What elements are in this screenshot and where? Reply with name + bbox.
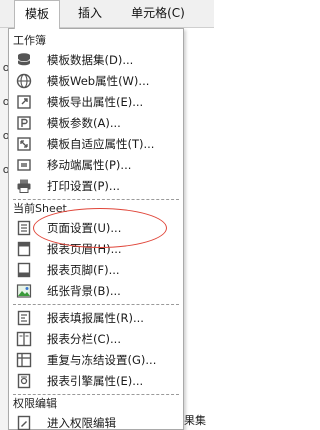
globe-icon [16,73,32,89]
columns-icon [16,331,32,347]
menu-item-export-props[interactable]: 模板导出属性(E)... [9,92,183,112]
page-footer-icon [17,262,31,278]
menu-item-dataset[interactable]: 模板数据集(D)... [9,50,183,70]
menu-item-engine[interactable]: 报表引擎属性(E)... [9,371,183,391]
menu-item-adaptive[interactable]: 模板自适应属性(T)... [9,134,183,154]
menu-template[interactable]: 模板 [14,0,60,29]
menubar-edge [0,0,14,28]
menu-item-label: 重复与冻结设置(G)... [47,353,157,367]
right-pane [183,28,214,430]
menu-item-edit-permission[interactable]: 进入权限编辑 [9,413,183,430]
menu-item-repeat-freeze[interactable]: 重复与冻结设置(G)... [9,350,183,370]
menu-item-params[interactable]: 模板参数(A)... [9,113,183,133]
menu-item-label: 进入权限编辑 [47,416,116,430]
menu-cell[interactable]: 单元格(C) [118,0,198,28]
menubar: 模板 插入 单元格(C) [0,0,214,29]
menu-item-label: 纸张背景(B)... [47,284,121,298]
menu-item-fill-props[interactable]: 报表填报属性(R)... [9,308,183,328]
database-icon [17,53,31,66]
permission-edit-icon [17,415,31,430]
menu-item-label: 报表分栏(C)... [47,332,121,346]
menu-item-label: 报表填报属性(R)... [47,311,144,325]
menu-item-label: 模板导出属性(E)... [47,95,144,109]
menu-item-mobile[interactable]: 移动端属性(P)... [9,155,183,175]
page-setup-icon [17,220,31,236]
menu-item-background[interactable]: 纸张背景(B)... [9,281,183,301]
menu-item-label: 报表引擎属性(E)... [47,374,144,388]
annotation-highlight-ellipse [33,208,167,248]
export-icon [17,95,31,109]
menu-item-print[interactable]: 打印设置(P)... [9,176,183,196]
menu-separator [13,199,179,200]
printer-icon [17,179,31,193]
template-dropdown-menu: 工作簿 模板数据集(D)... 模板Web属性(W)... 模板导出属性(E).… [8,28,184,430]
right-pane-fragment: 果集 [184,414,206,427]
page-header-icon [17,241,31,257]
menu-separator [13,394,179,395]
menu-item-label: 模板数据集(D)... [47,53,134,67]
freeze-panes-icon [16,352,32,368]
menu-item-label: 报表页脚(F)... [47,263,120,277]
menu-item-label: 移动端属性(P)... [47,158,132,172]
adaptive-icon [17,137,31,151]
menu-insert[interactable]: 插入 [70,0,110,28]
section-workspace: 工作簿 [13,34,46,47]
engine-icon [17,373,31,389]
menu-item-label: 模板参数(A)... [47,116,121,130]
parameter-icon [17,116,31,130]
mobile-icon [17,159,31,171]
menu-item-footer[interactable]: 报表页脚(F)... [9,260,183,280]
menu-separator [13,304,179,305]
menu-item-label: 模板自适应属性(T)... [47,137,155,151]
menu-item-columns[interactable]: 报表分栏(C)... [9,329,183,349]
image-background-icon [16,284,32,298]
menu-item-web-props[interactable]: 模板Web属性(W)... [9,71,183,91]
menu-item-label: 打印设置(P)... [47,179,120,193]
section-permission: 权限编辑 [13,397,57,410]
form-fill-icon [17,310,31,326]
menu-item-label: 模板Web属性(W)... [47,74,150,88]
